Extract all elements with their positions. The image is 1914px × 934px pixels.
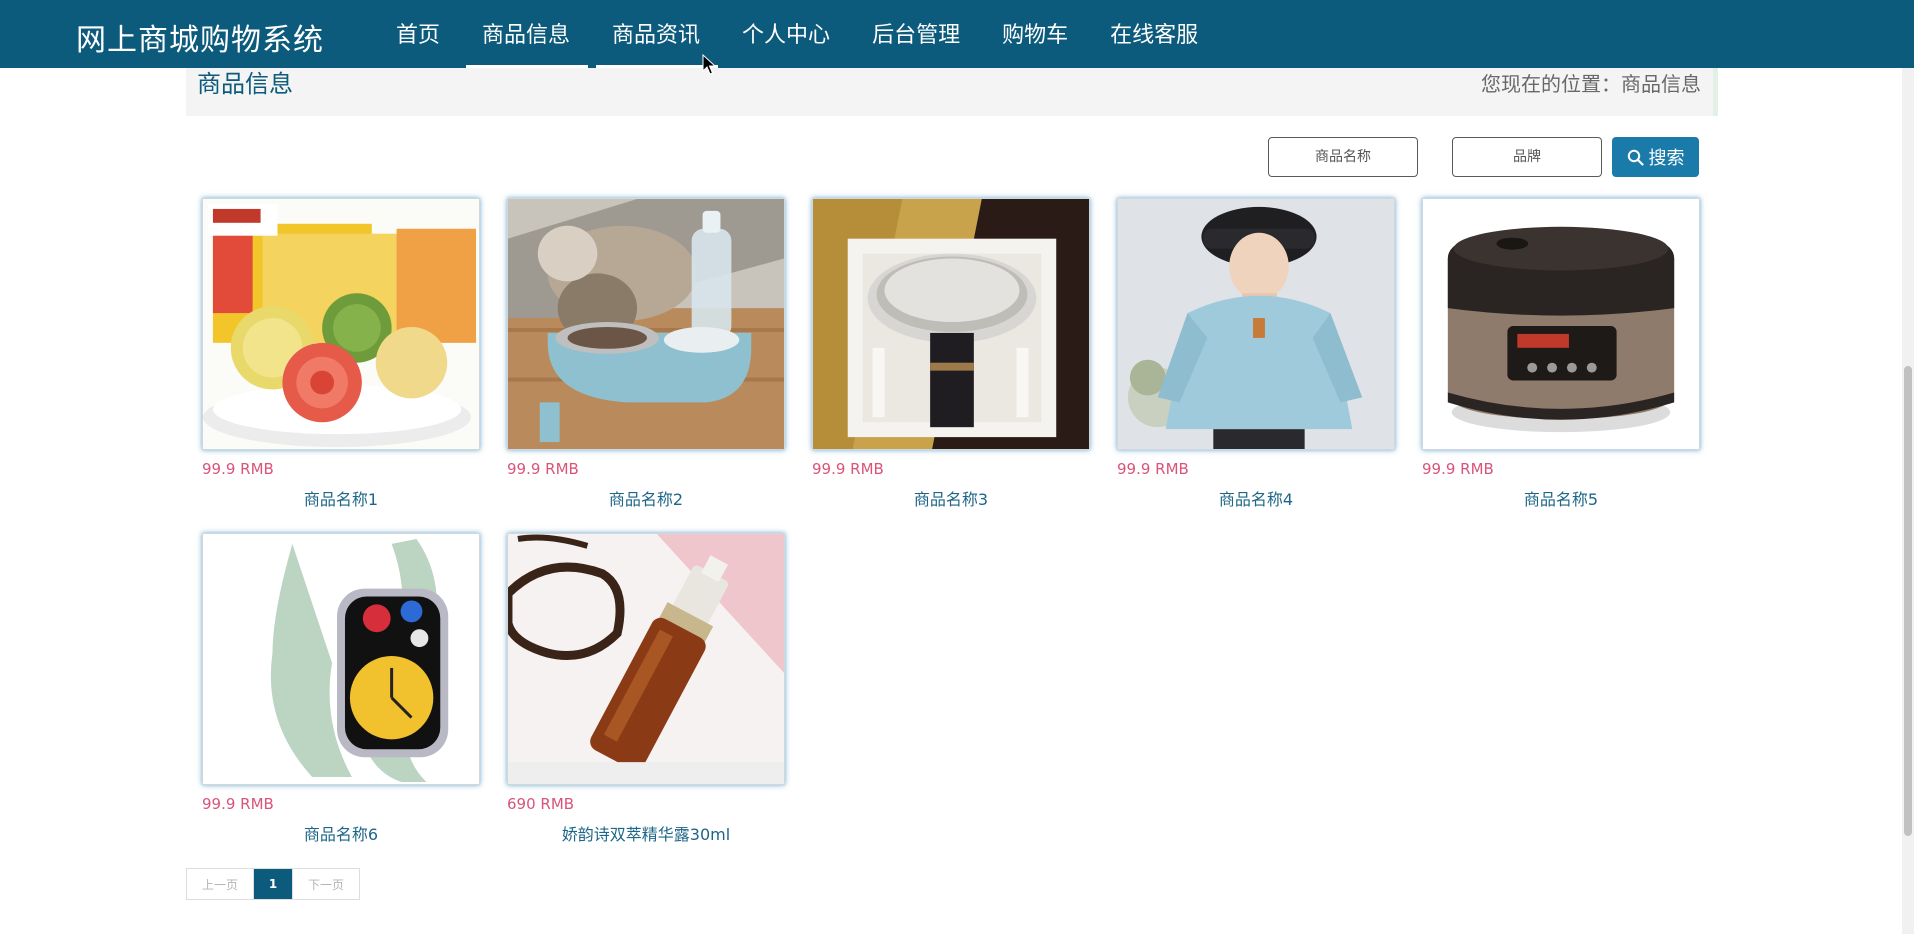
product-price: 99.9 RMB <box>507 460 579 478</box>
product-name[interactable]: 商品名称1 <box>202 486 480 509</box>
top-navbar: 网上商城购物系统 首页 商品信息 商品资讯 个人中心 后台管理 购物车 在线客服 <box>0 0 1914 68</box>
mouse-cursor-icon <box>702 54 716 75</box>
product-price: 99.9 RMB <box>1422 460 1494 478</box>
nav-home[interactable]: 首页 <box>380 0 458 68</box>
product-price: 99.9 RMB <box>1117 460 1189 478</box>
nav-label: 后台管理 <box>872 23 961 48</box>
nav-label: 商品信息 <box>482 23 571 48</box>
vertical-scrollbar[interactable] <box>1902 0 1914 934</box>
product-name[interactable]: 商品名称3 <box>812 486 1090 509</box>
product-price: 99.9 RMB <box>202 795 274 813</box>
breadcrumb: 商品信息 您现在的位置：商品信息 <box>186 60 1718 116</box>
product-card[interactable]: 690 RMB 娇韵诗双萃精华露30ml <box>507 533 785 844</box>
search-button-label: 搜索 <box>1648 148 1685 169</box>
product-name[interactable]: 商品名称5 <box>1422 486 1700 509</box>
main-nav: 首页 商品信息 商品资讯 个人中心 后台管理 购物车 在线客服 <box>380 0 1224 68</box>
nav-cart[interactable]: 购物车 <box>986 0 1086 68</box>
serum-bottle-image[interactable] <box>507 533 785 785</box>
next-page-button[interactable]: 下一页 <box>292 869 359 899</box>
nav-news[interactable]: 商品资讯 <box>596 0 719 68</box>
nav-label: 个人中心 <box>742 23 831 48</box>
product-name[interactable]: 商品名称6 <box>202 821 480 844</box>
product-price: 690 RMB <box>507 795 575 813</box>
brand-search-input[interactable] <box>1452 137 1602 177</box>
product-price: 99.9 RMB <box>812 460 884 478</box>
nav-label: 购物车 <box>1002 23 1069 48</box>
product-card[interactable]: 99.9 RMB 商品名称5 <box>1422 198 1700 509</box>
site-brand[interactable]: 网上商城购物系统 <box>76 15 324 59</box>
nav-customer-service[interactable]: 在线客服 <box>1094 0 1216 68</box>
search-button[interactable]: 搜索 <box>1612 137 1699 177</box>
product-name-search-input[interactable] <box>1268 137 1418 177</box>
current-location: 您现在的位置：商品信息 <box>1481 72 1701 96</box>
nav-products[interactable]: 商品信息 <box>466 0 589 68</box>
mooncake-image[interactable] <box>202 198 480 450</box>
hoodie-model-image[interactable] <box>1117 198 1395 450</box>
product-name[interactable]: 商品名称4 <box>1117 486 1395 509</box>
product-price: 99.9 RMB <box>202 460 274 478</box>
pagination: 上一页 1 下一页 <box>186 868 360 900</box>
nav-label: 首页 <box>396 23 441 48</box>
prev-page-button[interactable]: 上一页 <box>187 869 254 899</box>
product-card[interactable]: 99.9 RMB 商品名称1 <box>202 198 480 509</box>
smartwatch-image[interactable] <box>202 533 480 785</box>
product-card[interactable]: 99.9 RMB 商品名称4 <box>1117 198 1395 509</box>
page-title: 商品信息 <box>197 70 293 98</box>
page-1-button[interactable]: 1 <box>254 869 292 899</box>
nav-label: 商品资讯 <box>612 23 701 48</box>
rice-cooker-image[interactable] <box>1422 198 1700 450</box>
nav-admin[interactable]: 后台管理 <box>856 0 978 68</box>
cat-feeder-image[interactable] <box>507 198 785 450</box>
kitchen-scale-image[interactable] <box>812 198 1090 450</box>
product-name[interactable]: 商品名称2 <box>507 486 785 509</box>
nav-personal-center[interactable]: 个人中心 <box>726 0 848 68</box>
product-name[interactable]: 娇韵诗双萃精华露30ml <box>507 821 785 844</box>
product-card[interactable]: 99.9 RMB 商品名称2 <box>507 198 785 509</box>
nav-label: 在线客服 <box>1110 23 1199 48</box>
product-card[interactable]: 99.9 RMB 商品名称6 <box>202 533 480 844</box>
scrollbar-thumb[interactable] <box>1904 366 1912 836</box>
search-icon <box>1627 149 1644 166</box>
product-card[interactable]: 99.9 RMB 商品名称3 <box>812 198 1090 509</box>
